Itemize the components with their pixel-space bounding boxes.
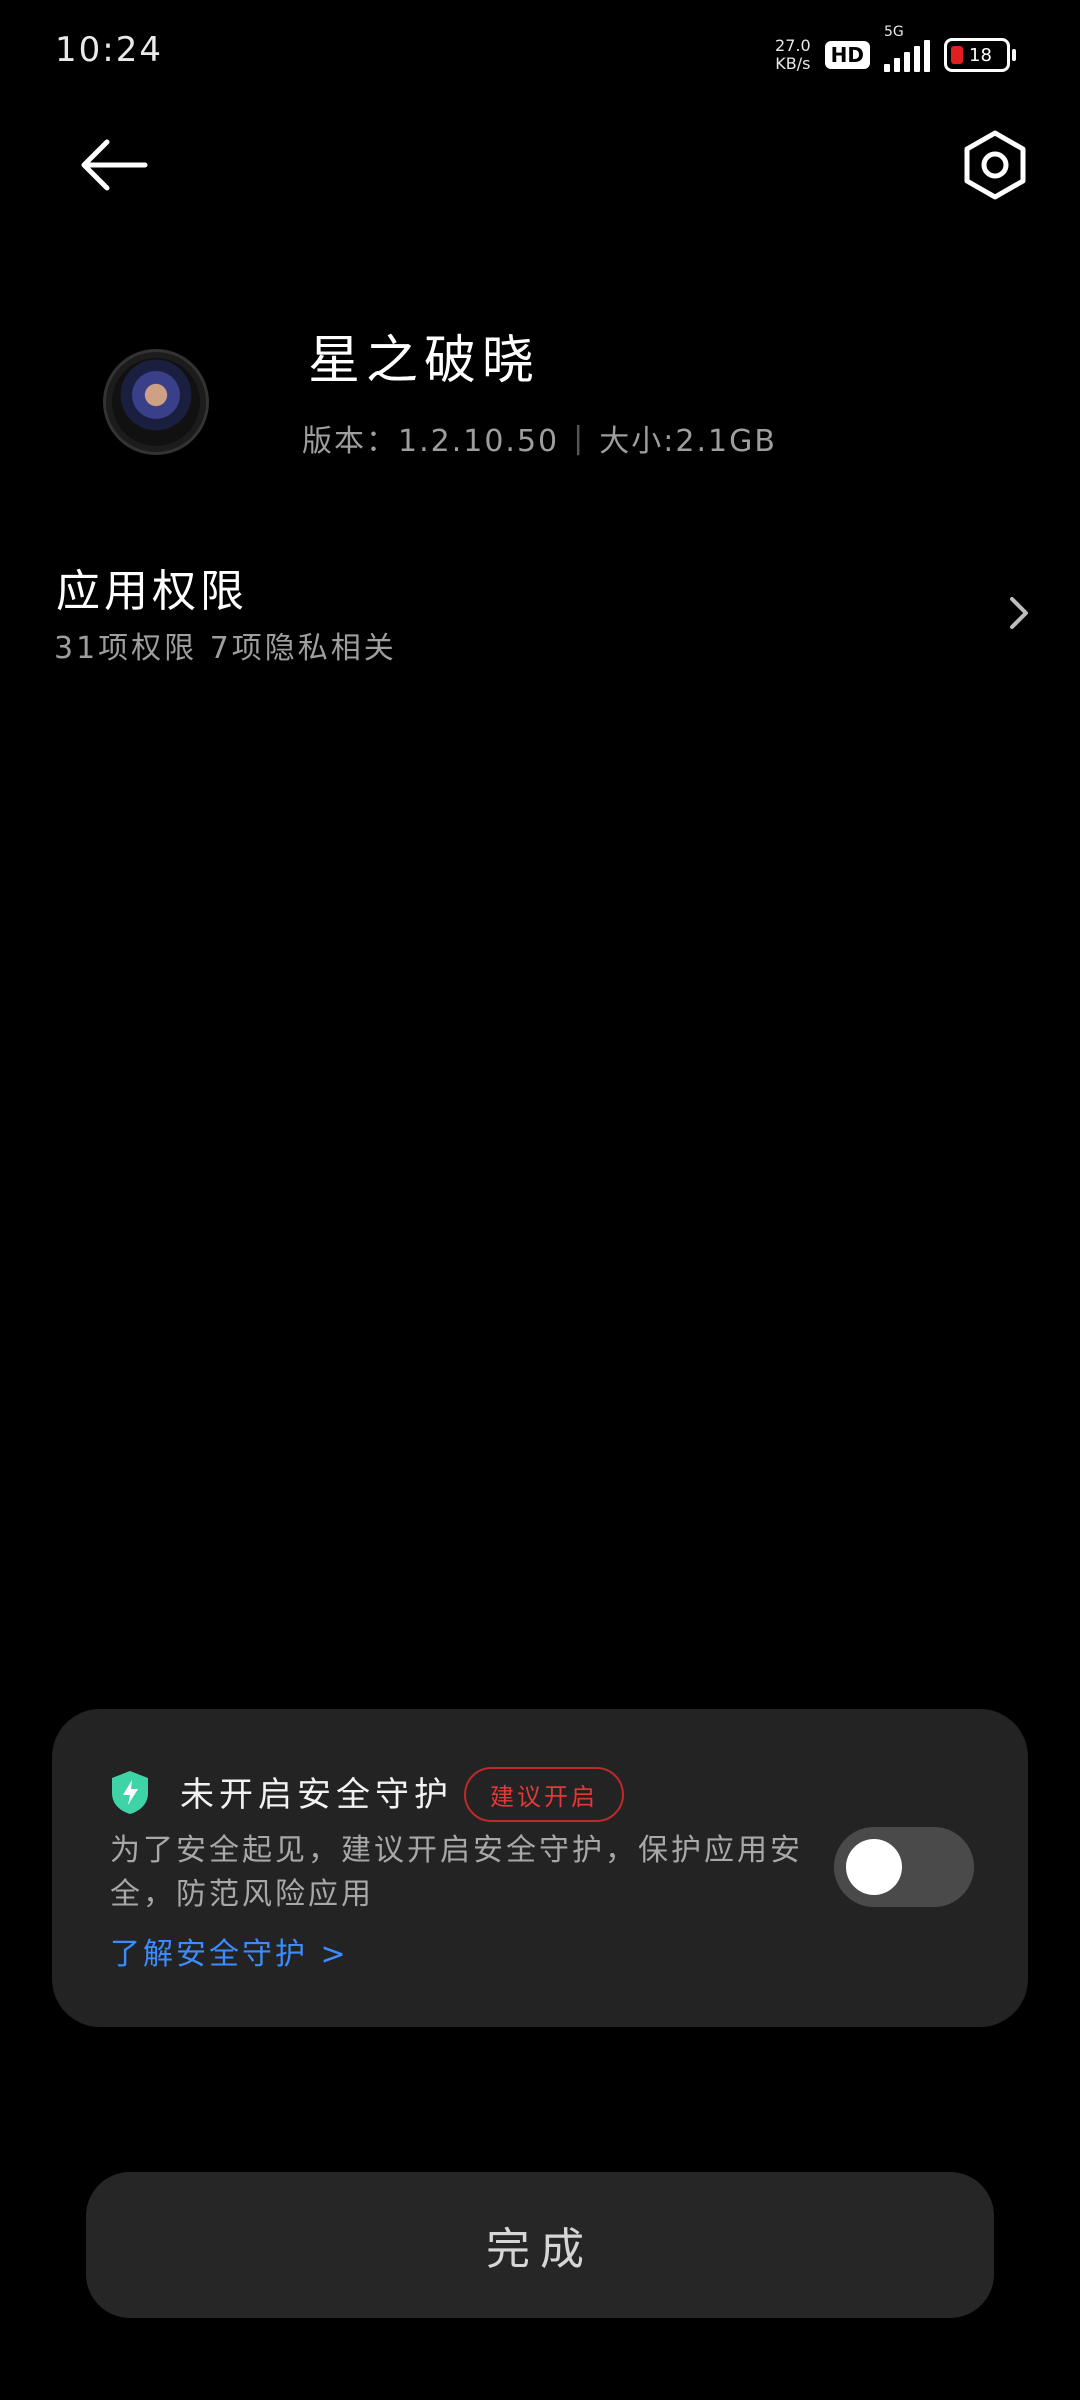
app-icon [112, 358, 200, 446]
status-icons: 27.0 KB/s HD 5G 18 [775, 24, 1016, 80]
meta-separator: | [573, 420, 586, 456]
app-meta: 版本：1.2.10.50 | 大小:2.1GB [302, 416, 777, 460]
status-time: 10:24 [55, 30, 163, 70]
network-speed: 27.0 KB/s [775, 37, 811, 73]
done-button[interactable]: 完成 [86, 2172, 994, 2318]
app-name: 星之破晓 [308, 331, 541, 391]
toggle-knob [846, 1839, 902, 1895]
settings-button[interactable] [955, 125, 1035, 205]
signal-label: 5G [884, 24, 904, 40]
battery-icon: 18 [944, 38, 1016, 72]
network-speed-value: 27.0 [775, 36, 811, 55]
security-description: 为了安全起见，建议开启安全守护，保护应用安全，防范风险应用 [110, 1833, 803, 1912]
shield-icon [112, 1771, 148, 1814]
permissions-title: 应用权限 [56, 566, 248, 617]
app-version: 版本：1.2.10.50 [302, 424, 560, 459]
signal-icon: 5G [884, 24, 930, 72]
settings-icon [964, 130, 1026, 200]
back-arrow-icon [81, 139, 148, 191]
network-speed-unit: KB/s [775, 54, 811, 73]
chevron-right-icon [1010, 597, 1028, 629]
app-size: 大小:2.1GB [599, 424, 777, 459]
recommend-badge: 建议开启 [464, 1767, 624, 1822]
permissions-subtitle: 31项权限 7项隐私相关 [54, 631, 397, 666]
security-title: 未开启安全守护 [180, 1775, 453, 1815]
security-protection-card: 未开启安全守护 建议开启 为了安全起见，建议开启安全守护，保护应用安全，防范风险… [52, 1709, 1028, 2027]
battery-level: 18 [969, 44, 992, 66]
security-toggle[interactable] [834, 1827, 974, 1907]
hd-icon: HD [824, 41, 870, 69]
app-permissions-row[interactable]: 应用权限 31项权限 7项隐私相关 [0, 555, 1080, 675]
back-button[interactable] [75, 130, 155, 200]
learn-security-link[interactable]: 了解安全守护 > [110, 1929, 349, 1973]
